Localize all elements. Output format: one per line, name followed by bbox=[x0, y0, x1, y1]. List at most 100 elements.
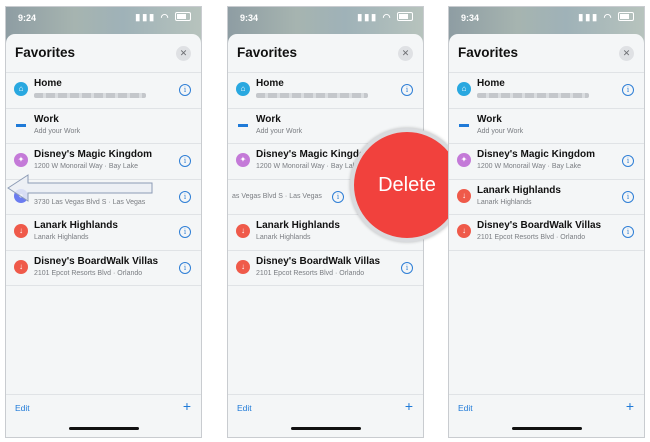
wifi-icon: ◠ bbox=[603, 12, 614, 22]
edit-button[interactable]: Edit bbox=[15, 403, 30, 413]
row-title: Disney's Magic Kingdom bbox=[477, 149, 595, 160]
delete-button[interactable]: Delete bbox=[350, 128, 464, 242]
castle-icon: ✦ bbox=[236, 153, 250, 167]
blurred-address bbox=[256, 93, 368, 98]
briefcase-icon: ▬ bbox=[459, 118, 469, 130]
favorite-row-boardwalk[interactable]: ↓ Disney's BoardWalk Villas 2101 Epcot R… bbox=[449, 215, 644, 251]
sheet-title: Favorites bbox=[237, 45, 298, 60]
info-icon[interactable]: i bbox=[622, 155, 634, 167]
signal-icon: ▮▮▮ bbox=[357, 12, 379, 22]
home-indicator bbox=[68, 427, 139, 430]
pin-icon: ↓ bbox=[457, 224, 471, 238]
row-subtitle: 2101 Epcot Resorts Blvd · Orlando bbox=[477, 234, 586, 241]
info-icon[interactable]: i bbox=[179, 190, 191, 203]
favorite-row-home[interactable]: ⌂ Home i bbox=[228, 72, 423, 109]
status-bar: 9:24 ▮▮▮ ◠ bbox=[6, 7, 201, 29]
favorites-sheet: Favorites ✕ ⌂ Home i ▬ Work Add your Wor… bbox=[6, 34, 201, 437]
favorite-row-lanark[interactable]: ↓ Lanark Highlands Lanark Highlands i bbox=[449, 180, 644, 215]
blurred-address bbox=[477, 93, 589, 98]
row-subtitle: Lanark Highlands bbox=[477, 198, 532, 206]
favorite-row-lanark[interactable]: ↓ Lanark Highlands Lanark Highlands i bbox=[6, 215, 201, 251]
row-title: Lanark Highlands bbox=[256, 220, 340, 231]
wifi-icon: ◠ bbox=[382, 12, 393, 22]
row-subtitle: 1200 W Monorail Way · Bay Lake bbox=[256, 163, 361, 170]
close-button[interactable]: ✕ bbox=[398, 46, 413, 61]
status-bar: 9:34 ▮▮▮ ◠ bbox=[228, 7, 423, 29]
row-title: Disney's BoardWalk Villas bbox=[34, 255, 159, 267]
favorite-row-home[interactable]: ⌂ Home i bbox=[449, 72, 644, 109]
battery-icon bbox=[397, 12, 413, 21]
row-title: Home bbox=[256, 78, 284, 89]
add-button[interactable]: + bbox=[183, 398, 191, 414]
wifi-icon: ◠ bbox=[160, 12, 171, 22]
blurred-address bbox=[34, 93, 146, 98]
row-subtitle: 1200 W Monorail Way · Bay Lake bbox=[34, 163, 139, 170]
favorite-row-boardwalk[interactable]: ↓ Disney's BoardWalk Villas 2101 Epcot R… bbox=[6, 251, 201, 286]
row-title: Work bbox=[34, 113, 59, 125]
favorite-row-home[interactable]: ⌂ Home i bbox=[6, 72, 201, 109]
pin-icon: ↓ bbox=[236, 224, 250, 238]
info-icon[interactable]: i bbox=[401, 261, 413, 274]
info-icon[interactable]: i bbox=[179, 261, 191, 274]
house-icon: ⌂ bbox=[457, 82, 471, 96]
home-indicator bbox=[511, 427, 582, 430]
row-subtitle: Add your Work bbox=[256, 127, 303, 135]
info-icon[interactable]: i bbox=[179, 84, 191, 96]
house-icon: ⌂ bbox=[236, 82, 250, 96]
close-button[interactable]: ✕ bbox=[619, 46, 634, 61]
info-icon[interactable]: i bbox=[179, 155, 191, 167]
row-subtitle: 2101 Epcot Resorts Blvd · Orlando bbox=[34, 269, 143, 277]
status-bar: 9:34 ▮▮▮ ◠ bbox=[449, 7, 644, 29]
row-title: Disney's BoardWalk Villas bbox=[477, 220, 602, 231]
info-icon[interactable]: i bbox=[401, 84, 413, 96]
close-button[interactable]: ✕ bbox=[176, 46, 191, 61]
pin-icon: ↓ bbox=[457, 188, 471, 203]
sheet-title: Favorites bbox=[458, 45, 519, 60]
status-time: 9:34 bbox=[240, 13, 259, 23]
battery-icon bbox=[618, 12, 634, 21]
row-subtitle: Lanark Highlands bbox=[256, 234, 311, 241]
pin-icon: ↓ bbox=[236, 259, 250, 274]
row-subtitle: Add your Work bbox=[477, 127, 524, 135]
favorite-row-magic-kingdom[interactable]: ✦ Disney's Magic Kingdom 1200 W Monorail… bbox=[449, 144, 644, 180]
pin-icon: ↓ bbox=[14, 259, 28, 274]
row-title: Disney's BoardWalk Villas bbox=[256, 255, 381, 267]
castle-icon: ✦ bbox=[457, 153, 471, 167]
castle-icon: ✦ bbox=[14, 153, 28, 167]
row-subtitle: Lanark Highlands bbox=[34, 234, 89, 241]
edit-button[interactable]: Edit bbox=[237, 403, 252, 413]
pin-icon: ↓ bbox=[14, 224, 28, 238]
row-subtitle: 2101 Epcot Resorts Blvd · Orlando bbox=[256, 269, 365, 277]
signal-icon: ▮▮▮ bbox=[135, 12, 157, 22]
favorites-sheet: Favorites ✕ ⌂ Home i ▬ Work Add your Wor… bbox=[449, 34, 644, 437]
swipe-left-arrow-icon bbox=[7, 174, 153, 202]
status-time: 9:24 bbox=[18, 13, 37, 23]
phone-screen-1: 9:24 ▮▮▮ ◠ Favorites ✕ ⌂ Home i ▬ Work A… bbox=[5, 6, 202, 438]
favorite-row-work[interactable]: ▬ Work Add your Work bbox=[449, 109, 644, 144]
favorite-row-boardwalk[interactable]: ↓ Disney's BoardWalk Villas 2101 Epcot R… bbox=[228, 251, 423, 286]
row-title: Home bbox=[34, 78, 62, 89]
row-title: Work bbox=[477, 113, 502, 125]
row-subtitle: Add your Work bbox=[34, 127, 81, 135]
edit-button[interactable]: Edit bbox=[458, 403, 473, 413]
info-icon[interactable]: i bbox=[332, 190, 344, 203]
favorites-list: ⌂ Home i ▬ Work Add your Work ✦ Disney's… bbox=[449, 72, 644, 251]
row-subtitle: 1200 W Monorail Way · Bay Lake bbox=[477, 163, 582, 170]
info-icon[interactable]: i bbox=[179, 226, 191, 238]
info-icon[interactable]: i bbox=[622, 226, 634, 238]
briefcase-icon: ▬ bbox=[16, 118, 26, 130]
sheet-title: Favorites bbox=[15, 45, 76, 60]
phone-screen-3: 9:34 ▮▮▮ ◠ Favorites ✕ ⌂ Home i ▬ Work A… bbox=[448, 6, 645, 438]
row-title: Disney's Magic Kingdom bbox=[34, 149, 152, 160]
row-title: Home bbox=[477, 78, 505, 89]
signal-icon: ▮▮▮ bbox=[578, 12, 600, 22]
house-icon: ⌂ bbox=[14, 82, 28, 96]
add-button[interactable]: + bbox=[626, 398, 634, 414]
info-icon[interactable]: i bbox=[622, 190, 634, 203]
battery-icon bbox=[175, 12, 191, 21]
row-title: Work bbox=[256, 113, 281, 125]
row-title: Lanark Highlands bbox=[34, 220, 118, 231]
favorite-row-work[interactable]: ▬ Work Add your Work bbox=[6, 109, 201, 144]
add-button[interactable]: + bbox=[405, 398, 413, 414]
info-icon[interactable]: i bbox=[622, 84, 634, 96]
